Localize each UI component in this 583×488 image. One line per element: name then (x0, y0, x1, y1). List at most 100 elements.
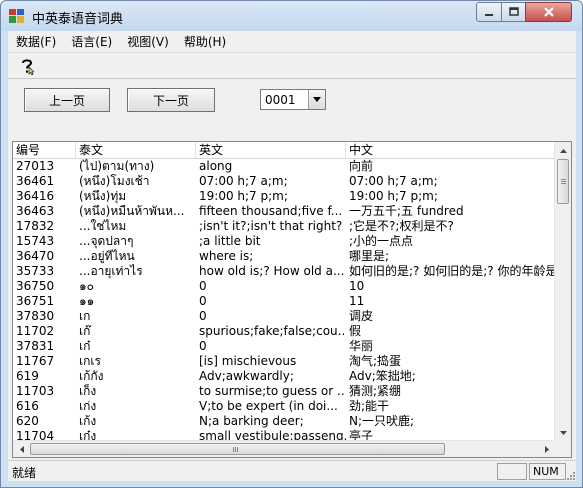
cell-thai: เก็ง (79, 384, 97, 398)
cell-english: 0 (199, 309, 207, 323)
minimize-button[interactable] (476, 2, 502, 22)
cell-chinese: 调皮 (349, 309, 374, 323)
resize-grip-icon[interactable] (565, 470, 575, 480)
cell-id: 27013 (16, 159, 55, 173)
horizontal-scroll-thumb[interactable] (30, 443, 445, 455)
help-button[interactable] (18, 56, 36, 76)
window-title: 中英泰语音词典 (32, 12, 124, 27)
table-row[interactable]: 36750 ๑๐ 0 10 (13, 279, 555, 294)
dictionary-list[interactable]: 编号 泰文 英文 中文 27013 (ไป)ตาม(ทาง) along 向前 3646… (12, 141, 572, 458)
record-value: 0001 (265, 93, 296, 107)
menu-help[interactable]: 帮助(H) (176, 31, 233, 53)
table-row[interactable]: 11702 เก๊ spurious;fake;false;cou... 假 (13, 324, 555, 339)
table-row[interactable]: 11767 เกเร [is] mischievous 淘气;捣蛋 (13, 354, 555, 369)
minimize-icon (485, 14, 493, 16)
table-row[interactable]: 35733 ...อายุเท่าไร how old is;? How old a… (13, 264, 555, 279)
scrollbar-corner (554, 440, 571, 457)
toolbar (8, 53, 576, 79)
scroll-left-button[interactable] (13, 441, 30, 457)
cell-thai: เก (79, 309, 91, 323)
cell-id: 36463 (16, 204, 55, 218)
cell-chinese: 11 (349, 294, 365, 308)
column-header-thai[interactable]: 泰文 (76, 142, 196, 159)
cell-english: [is] mischievous (199, 354, 297, 368)
scroll-up-button[interactable] (555, 142, 571, 159)
column-header-chinese[interactable]: 中文 (346, 142, 555, 159)
cell-thai: เก้ง (79, 414, 97, 428)
cell-id: 37830 (16, 309, 55, 323)
cell-chinese: 哪里是; (349, 249, 390, 263)
list-header: 编号 泰文 英文 中文 (13, 142, 555, 159)
list-body: 27013 (ไป)ตาม(ทาง) along 向前 36461 (หนึ่ง)โมงเ… (13, 159, 555, 442)
dropdown-arrow[interactable] (308, 90, 325, 109)
status-bar: 就绪 NUM (8, 460, 576, 481)
menu-language[interactable]: 语言(E) (63, 31, 119, 53)
vertical-scrollbar[interactable] (554, 142, 571, 441)
cell-id: 11702 (16, 324, 55, 338)
cell-english: to surmise;to guess or ... (199, 384, 346, 398)
column-header-english[interactable]: 英文 (196, 142, 346, 159)
cell-english: how old is;? How old a... (199, 264, 345, 278)
table-row[interactable]: 36416 (หนึ่ง)ทุ่ม 19:00 h;7 p;m; 19:00 h;7 … (13, 189, 555, 204)
cell-english: along (199, 159, 233, 173)
table-row[interactable]: 27013 (ไป)ตาม(ทาง) along 向前 (13, 159, 555, 174)
table-row[interactable]: 36463 (หนึ่ง)หมื่นห้าพันห... fifteen thous… (13, 204, 555, 219)
menu-view[interactable]: 视图(V) (119, 31, 176, 53)
cell-chinese: 猜测;紧绷 (349, 384, 402, 398)
cell-chinese: 10 (349, 279, 365, 293)
previous-page-button[interactable]: 上一页 (24, 88, 110, 112)
cell-english: N;a barking deer; (199, 414, 304, 428)
cell-id: 36751 (16, 294, 55, 308)
cell-id: 37831 (16, 339, 55, 353)
table-row[interactable]: 11703 เก็ง to surmise;to guess or ... 猜测;紧绷 (13, 384, 555, 399)
cell-chinese: 假 (349, 324, 362, 338)
status-pane-num: NUM (529, 463, 566, 480)
cell-chinese: 一万五千;五 fundred (349, 204, 464, 218)
table-row[interactable]: 36470 ...อยู่ที่ไหน where is; 哪里是; (13, 249, 555, 264)
cell-english: 07:00 h;7 a;m; (199, 174, 288, 188)
maximize-button[interactable] (501, 2, 526, 22)
vertical-scroll-thumb[interactable] (557, 159, 569, 204)
table-row[interactable]: 17832 ...ใช่ไหม ;isn't it?;isn't that righ… (13, 219, 555, 234)
cell-thai: (ไป)ตาม(ทาง) (79, 159, 155, 173)
scroll-right-button[interactable] (538, 441, 555, 457)
app-icon (9, 8, 25, 24)
scroll-down-button[interactable] (555, 424, 571, 441)
cell-english: Adv;awkwardly; (199, 369, 294, 383)
next-page-button[interactable]: 下一页 (127, 88, 215, 112)
menu-data[interactable]: 数据(F) (8, 31, 63, 53)
cell-english: 0 (199, 279, 207, 293)
app-window: 中英泰语音词典 数据(F) 语言(E) 视图(V) 帮助(H) 上一页 下一页 … (0, 0, 583, 488)
status-pane-empty (497, 463, 527, 480)
cell-english: 0 (199, 294, 207, 308)
table-row[interactable]: 36751 ๑๑ 0 11 (13, 294, 555, 309)
cell-thai: ...ใช่ไหม (79, 219, 127, 233)
cell-english: 0 (199, 339, 207, 353)
cell-thai: (หนึ่ง)หมื่นห้าพันห... (79, 204, 185, 218)
table-row[interactable]: 37831 เก๋ 0 华丽 (13, 339, 555, 354)
cell-thai: (หนึ่ง)โมงเช้า (79, 174, 150, 188)
question-pointer-icon (22, 58, 34, 75)
cell-id: 15743 (16, 234, 55, 248)
table-row[interactable]: 619 เก้กัง Adv;awkwardly; Adv;笨拙地; (13, 369, 555, 384)
record-dropdown[interactable]: 0001 (260, 89, 326, 110)
table-row[interactable]: 15743 ...จุดปลาๆ ;a little bit ;小的一点点 (13, 234, 555, 249)
title-bar[interactable]: 中英泰语音词典 (1, 1, 582, 31)
cell-thai: ๑๑ (79, 294, 95, 308)
table-row[interactable]: 620 เก้ง N;a barking deer; N;一只吠鹿; (13, 414, 555, 429)
cell-id: 616 (16, 399, 39, 413)
close-icon (543, 7, 554, 17)
cell-thai: เกเร (79, 354, 101, 368)
cell-chinese: ;它是不?;权利是不? (349, 219, 454, 233)
cell-chinese: 07:00 h;7 a;m; (349, 174, 438, 188)
cell-id: 619 (16, 369, 39, 383)
table-row[interactable]: 616 เก่ง V;to be expert (in doi... 劲;能干 (13, 399, 555, 414)
table-row[interactable]: 37830 เก 0 调皮 (13, 309, 555, 324)
table-row[interactable]: 36461 (หนึ่ง)โมงเช้า 07:00 h;7 a;m; 07:00 h… (13, 174, 555, 189)
cell-id: 17832 (16, 219, 55, 233)
column-header-id[interactable]: 编号 (13, 142, 76, 159)
cell-thai: เก๊ (79, 324, 91, 338)
horizontal-scrollbar[interactable] (13, 440, 555, 457)
cell-thai: ...อยู่ที่ไหน (79, 249, 135, 263)
close-button[interactable] (525, 2, 572, 22)
